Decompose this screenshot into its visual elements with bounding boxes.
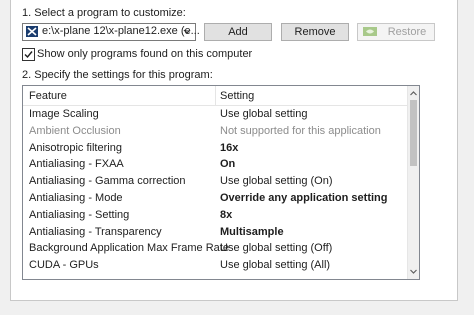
table-row[interactable]: Anisotropic filtering 16x: [23, 140, 407, 157]
feature-cell: Antialiasing - Transparency: [29, 225, 162, 238]
setting-cell[interactable]: Use global setting: [220, 108, 307, 120]
xplane-program-icon: [26, 26, 38, 37]
table-row[interactable]: Ambient Occlusion Not supported for this …: [23, 123, 407, 140]
table-rows: Image Scaling Use global setting Ambient O…: [23, 106, 407, 274]
setting-cell[interactable]: 8x: [220, 209, 232, 221]
table-row[interactable]: Antialiasing - Setting 8x: [23, 207, 407, 224]
scrollbar-thumb[interactable]: [410, 100, 417, 166]
setting-cell[interactable]: Multisample: [220, 226, 284, 238]
setting-cell[interactable]: 16x: [220, 142, 238, 154]
scroll-down-icon[interactable]: [409, 267, 418, 276]
nvidia-logo-icon: [363, 27, 377, 36]
feature-cell: Antialiasing - FXAA: [29, 158, 124, 171]
table-row[interactable]: Antialiasing - Transparency Multisample: [23, 224, 407, 241]
table-row[interactable]: Image Scaling Use global setting: [23, 106, 407, 123]
feature-cell: Antialiasing - Gamma correction: [29, 175, 186, 188]
restore-button[interactable]: Restore: [357, 23, 435, 41]
feature-cell: Ambient Occlusion: [29, 124, 121, 137]
setting-column-header[interactable]: Setting: [220, 90, 254, 102]
scroll-up-icon[interactable]: [409, 89, 418, 98]
table-row[interactable]: Antialiasing - Gamma correction Use globa…: [23, 173, 407, 190]
setting-cell[interactable]: Use global setting (Off): [220, 242, 332, 254]
table-row[interactable]: CUDA - GPUs Use global setting (All): [23, 257, 407, 274]
remove-button[interactable]: Remove: [281, 23, 349, 41]
step1-label: 1. Select a program to customize:: [22, 7, 186, 19]
table-row[interactable]: Antialiasing - FXAA On: [23, 156, 407, 173]
vertical-scrollbar[interactable]: [407, 86, 419, 279]
chevron-down-icon[interactable]: [181, 25, 193, 39]
program-select-value: e:\x-plane 12\x-plane12.exe (e...: [42, 25, 200, 37]
table-header: Feature Setting: [23, 86, 407, 106]
setting-cell[interactable]: Override any application setting: [220, 192, 388, 204]
table-row[interactable]: Antialiasing - Mode Override any applicat…: [23, 190, 407, 207]
feature-cell: Image Scaling: [29, 108, 99, 120]
feature-column-header[interactable]: Feature: [29, 90, 67, 102]
feature-cell: Background Application Max Frame Rate: [29, 242, 229, 255]
feature-cell: Anisotropic filtering: [29, 141, 122, 154]
setting-cell[interactable]: Use global setting (On): [220, 175, 333, 187]
setting-cell[interactable]: On: [220, 158, 235, 170]
feature-cell: Antialiasing - Setting: [29, 208, 130, 221]
setting-cell[interactable]: Not supported for this application: [220, 125, 381, 137]
show-only-label: Show only programs found on this compute…: [37, 48, 253, 60]
setting-cell[interactable]: Use global setting (All): [220, 259, 330, 271]
feature-cell: Antialiasing - Mode: [29, 191, 123, 204]
step2-label: 2. Specify the settings for this program…: [22, 69, 213, 81]
table-row[interactable]: Background Application Max Frame Rate Use…: [23, 240, 407, 257]
show-only-checkbox[interactable]: [22, 48, 35, 61]
settings-table[interactable]: Feature Setting Image Scaling Use global …: [22, 85, 420, 280]
column-divider: [215, 86, 216, 105]
add-button[interactable]: Add: [204, 23, 272, 41]
feature-cell: CUDA - GPUs: [29, 259, 99, 272]
checkmark-icon: [24, 51, 33, 59]
program-select[interactable]: e:\x-plane 12\x-plane12.exe (e...: [22, 23, 200, 41]
